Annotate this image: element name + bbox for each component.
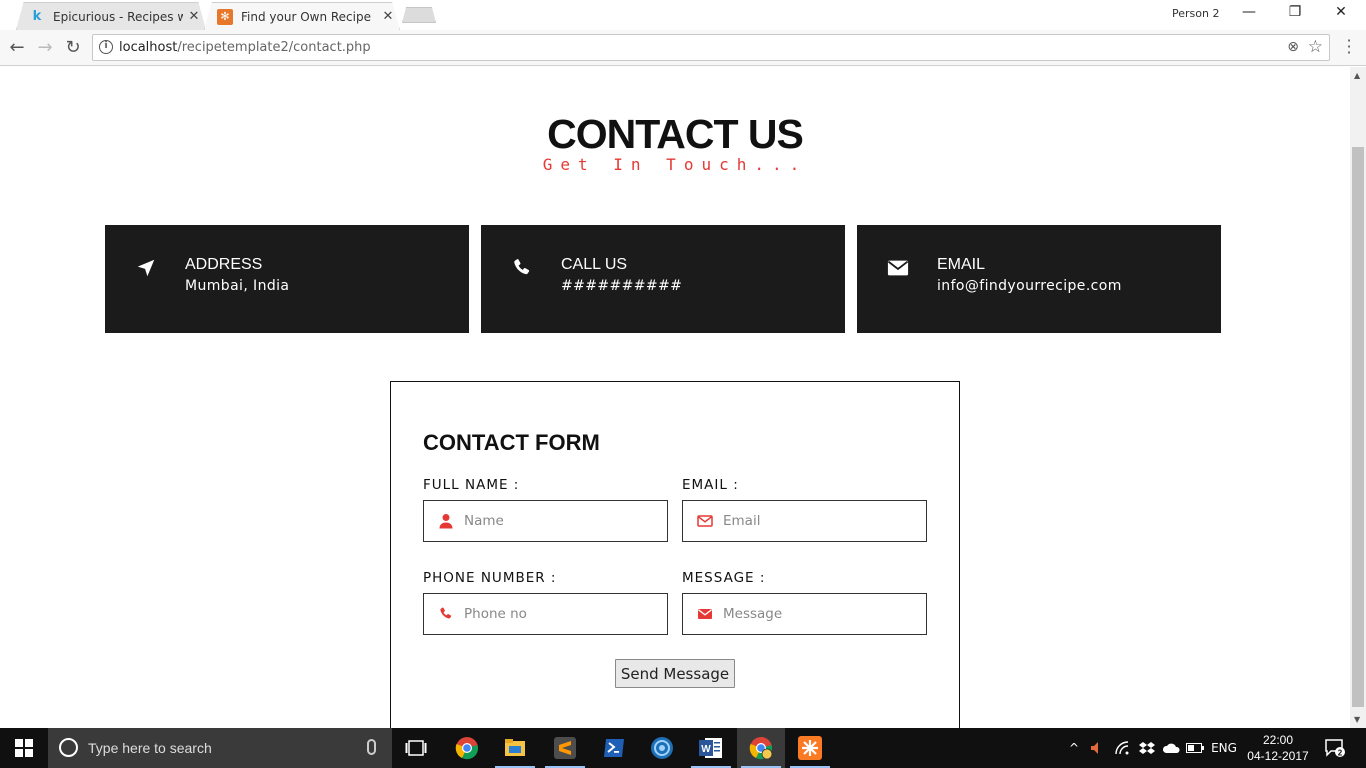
page-subtitle: Get In Touch... [542, 155, 808, 174]
start-button[interactable] [0, 728, 48, 768]
card-value: Mumbai, India [185, 278, 290, 294]
back-arrow-icon[interactable]: ← [6, 37, 28, 59]
scroll-down-icon[interactable]: ▼ [1354, 715, 1360, 724]
email-card: EMAIL info@findyourrecipe.com [857, 225, 1221, 333]
battery-icon[interactable] [1184, 728, 1206, 768]
dropbox-icon[interactable] [1136, 728, 1158, 768]
new-tab-button[interactable] [402, 7, 436, 23]
sublime-text-icon[interactable] [541, 728, 589, 768]
scrollbar-thumb[interactable] [1352, 147, 1364, 707]
windows-taskbar: Type here to search W ^ ENG 22:00 04-12-… [0, 728, 1366, 768]
page-title: CONTACT US [547, 111, 804, 157]
language-indicator[interactable]: ENG [1208, 728, 1240, 768]
address-bar[interactable]: i localhost/recipetemplate2/contact.php … [92, 34, 1330, 61]
xampp-icon: ✻ [217, 8, 233, 25]
cortana-icon [59, 738, 78, 757]
tab-title: Epicurious - Recipes with [53, 9, 183, 24]
card-value: info@findyourrecipe.com [937, 278, 1122, 294]
card-value: ########## [561, 278, 683, 294]
scroll-up-icon[interactable]: ▲ [1354, 71, 1360, 80]
browser-toolbar: ← → ↻ i localhost/recipetemplate2/contac… [0, 30, 1366, 66]
windows-logo-icon [15, 739, 33, 757]
clock-time: 22:00 [1262, 733, 1294, 747]
phone-input[interactable] [464, 604, 659, 624]
send-message-button[interactable]: Send Message [615, 659, 735, 688]
envelope-outline-icon [697, 515, 713, 527]
microphone-icon[interactable] [367, 739, 376, 755]
card-label: CALL US [561, 256, 628, 273]
file-explorer-icon[interactable] [491, 728, 539, 768]
menu-dots-icon[interactable]: · · · [1344, 33, 1354, 61]
xampp-icon[interactable] [786, 728, 834, 768]
bookmark-star-icon[interactable]: ☆ [1308, 37, 1323, 57]
phone-icon [440, 607, 452, 619]
chrome-icon[interactable] [443, 728, 491, 768]
browser-tab-strip: k Epicurious - Recipes with ✕ ✻ Find you… [0, 0, 1366, 30]
search-placeholder: Type here to search [88, 740, 212, 756]
envelope-icon [887, 260, 909, 276]
clock-date: 04-12-2017 [1247, 749, 1309, 763]
svg-text:W: W [701, 744, 711, 755]
system-clock[interactable]: 22:00 04-12-2017 [1246, 732, 1310, 764]
card-label: ADDRESS [185, 256, 263, 273]
word-icon[interactable]: W [687, 728, 735, 768]
message-label: MESSAGE : [682, 570, 766, 586]
minimize-icon[interactable]: — [1226, 4, 1272, 24]
user-icon [439, 514, 453, 529]
profile-button[interactable]: Person 2 [1172, 7, 1219, 20]
reload-icon[interactable]: ↻ [62, 37, 84, 59]
close-icon[interactable]: ✕ [377, 9, 399, 24]
full-name-label: FULL NAME : [423, 477, 520, 493]
close-window-icon[interactable]: ✕ [1318, 4, 1364, 24]
email-label: EMAIL : [682, 477, 739, 493]
email-field[interactable] [682, 500, 927, 542]
url-text: localhost/recipetemplate2/contact.php [119, 40, 371, 55]
message-input[interactable] [723, 604, 918, 624]
info-icon[interactable]: i [99, 40, 113, 54]
tab-epicurious[interactable]: k Epicurious - Recipes with ✕ [16, 2, 206, 30]
email-input[interactable] [723, 511, 918, 531]
restore-icon[interactable]: ❐ [1272, 4, 1318, 24]
page-scrollbar[interactable]: ▲ ▼ [1350, 67, 1366, 728]
address-card: ADDRESS Mumbai, India [105, 225, 469, 333]
task-view-icon[interactable] [392, 728, 440, 768]
volume-muted-icon[interactable] [1086, 728, 1108, 768]
page-viewport: CONTACT US Get In Touch... ADDRESS Mumba… [0, 67, 1350, 728]
phone-field[interactable] [423, 593, 668, 635]
k-logo-icon: k [32, 9, 42, 24]
close-icon[interactable]: ✕ [183, 9, 205, 24]
phone-number-label: PHONE NUMBER : [423, 570, 557, 586]
action-center-icon[interactable]: 2 [1318, 728, 1352, 768]
onedrive-sync-icon[interactable] [1160, 728, 1182, 768]
chrome-active-icon[interactable] [737, 728, 785, 768]
location-arrow-icon [137, 259, 155, 277]
envelope-icon [698, 609, 712, 619]
form-title: CONTACT FORM [423, 430, 600, 455]
taskbar-search-box[interactable]: Type here to search [48, 728, 392, 768]
forward-arrow-icon[interactable]: → [34, 37, 56, 59]
powershell-icon[interactable] [590, 728, 638, 768]
contact-form: CONTACT FORM FULL NAME : EMAIL : PHONE N… [390, 381, 960, 728]
wifi-icon[interactable] [1112, 728, 1134, 768]
message-field[interactable] [682, 593, 927, 635]
chevron-up-icon[interactable]: ^ [1064, 728, 1084, 768]
tab-title: Find your Own Recipe [241, 9, 371, 24]
name-field[interactable] [423, 500, 668, 542]
phone-icon [514, 259, 530, 275]
tab-find-your-own-recipe[interactable]: ✻ Find your Own Recipe ✕ [204, 2, 400, 30]
notification-count: 2 [1338, 749, 1343, 758]
globe-app-icon[interactable] [638, 728, 686, 768]
call-card: CALL US ########## [481, 225, 845, 333]
blocked-popup-icon[interactable]: ⊗ [1287, 39, 1299, 55]
name-input[interactable] [464, 511, 659, 531]
card-label: EMAIL [937, 256, 986, 273]
